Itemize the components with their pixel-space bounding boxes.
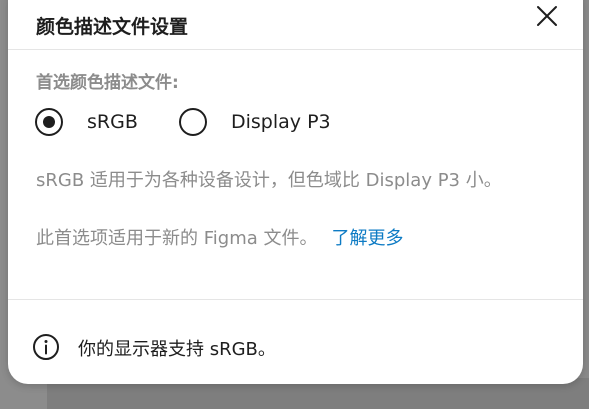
close-button[interactable] bbox=[533, 2, 561, 30]
profile-section-label: 首选颜色描述文件: bbox=[36, 73, 179, 93]
profile-description: sRGB 适用于为各种设备设计，但色域比 Display P3 小。 bbox=[36, 170, 502, 191]
close-icon bbox=[537, 6, 557, 26]
radio-display-p3-label[interactable]: Display P3 bbox=[231, 111, 331, 133]
preference-note-text: 此首选项适用于新的 Figma 文件。 bbox=[36, 228, 318, 249]
radio-srgb-circle[interactable] bbox=[35, 108, 63, 136]
learn-more-link[interactable]: 了解更多 bbox=[331, 228, 403, 249]
preference-note: 此首选项适用于新的 Figma 文件。 了解更多 bbox=[36, 224, 403, 250]
info-icon bbox=[32, 333, 60, 361]
radio-selected-dot bbox=[43, 116, 55, 128]
dialog-header: 颜色描述文件设置 bbox=[8, 0, 583, 50]
radio-display-p3[interactable]: Display P3 bbox=[179, 105, 331, 139]
radio-srgb-label[interactable]: sRGB bbox=[87, 111, 138, 133]
footer-divider bbox=[8, 299, 583, 300]
color-profile-dialog: 颜色描述文件设置 首选颜色描述文件: sRGB Display P3 sRGB … bbox=[8, 0, 583, 384]
dialog-title: 颜色描述文件设置 bbox=[36, 16, 189, 38]
radio-display-p3-circle[interactable] bbox=[179, 108, 207, 136]
radio-srgb[interactable]: sRGB bbox=[35, 105, 138, 139]
display-support-text: 你的显示器支持 sRGB。 bbox=[78, 339, 276, 360]
